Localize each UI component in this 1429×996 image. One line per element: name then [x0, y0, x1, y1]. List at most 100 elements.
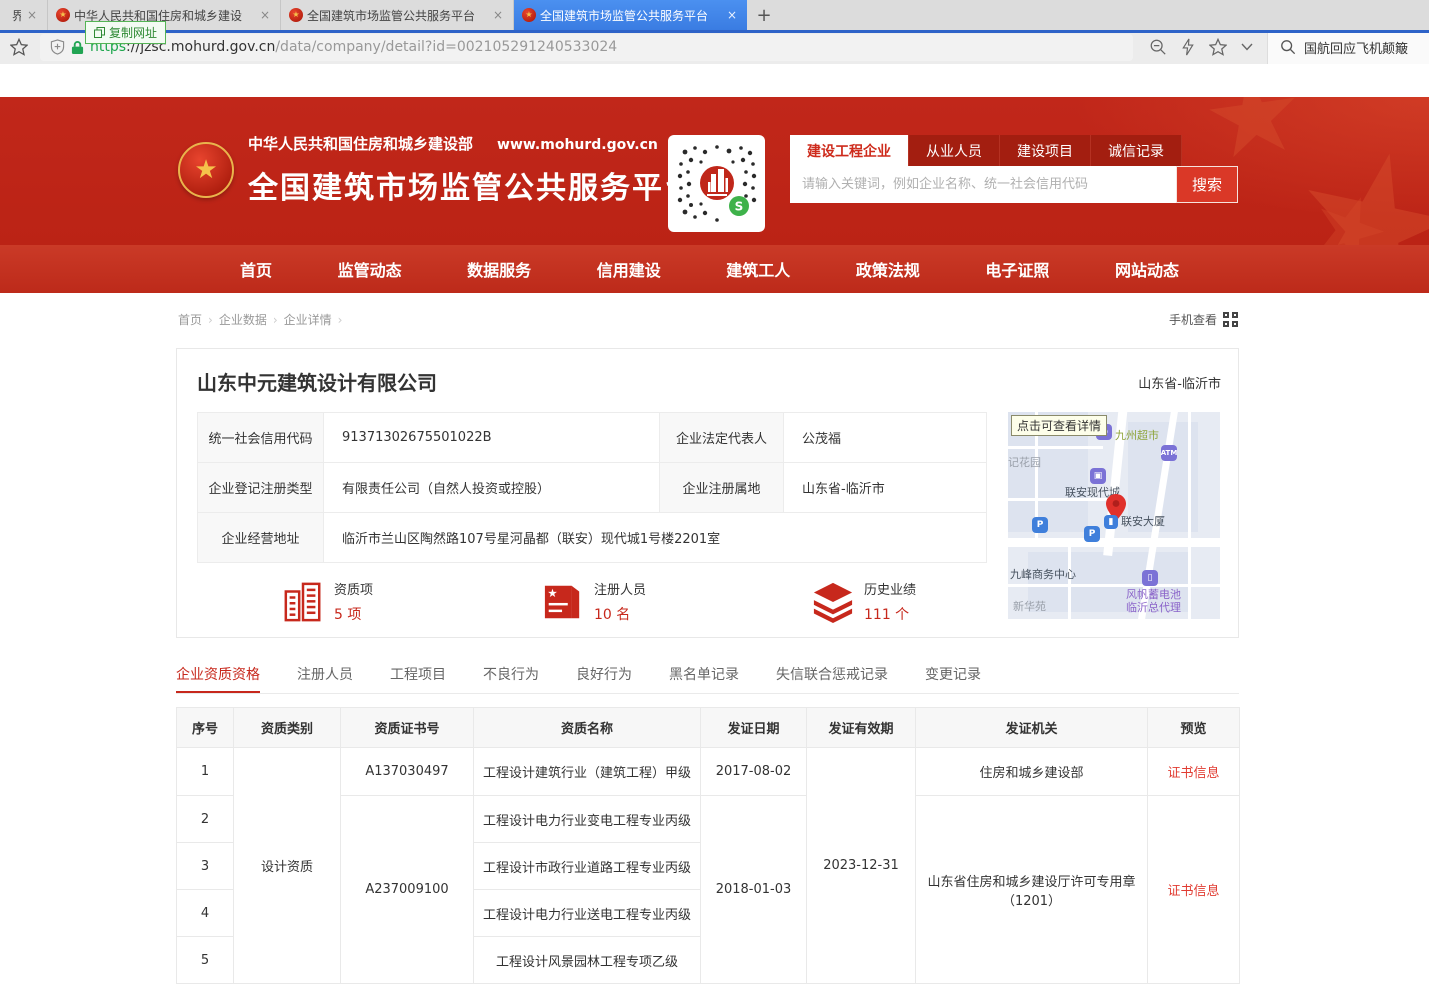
url-text[interactable]: https://jzsc.mohurd.gov.cn/data/company/… — [90, 39, 617, 55]
col-header-no: 序号 — [177, 708, 234, 748]
breadcrumb-separator: › — [208, 313, 213, 327]
bookmark-star-icon[interactable] — [10, 38, 28, 56]
mobile-view-label: 手机查看 — [1169, 311, 1217, 328]
tab-close-icon[interactable]: × — [725, 8, 739, 22]
url-path: /data/company/detail?id=0021052912405330… — [275, 39, 617, 55]
reg-region-value: 山东省-临沂市 — [784, 463, 987, 513]
nav-item-credit[interactable]: 信用建设 — [597, 257, 661, 281]
tab-bad-behavior[interactable]: 不良行为 — [483, 664, 539, 693]
zoom-out-icon[interactable] — [1149, 38, 1167, 56]
mobile-view-control[interactable]: 手机查看 — [1169, 311, 1239, 328]
tab-registered-personnel[interactable]: 注册人员 — [297, 664, 353, 693]
tab-change-records[interactable]: 变更记录 — [925, 664, 981, 693]
tab-close-icon[interactable]: × — [491, 8, 505, 22]
breadcrumb-separator: › — [273, 313, 278, 327]
emblem-favicon-icon: ★ — [56, 8, 70, 22]
map-label-tower: 联安大厦 — [1121, 516, 1165, 529]
hot-search-text: 国航回应飞机颠簸 — [1304, 38, 1408, 57]
chevron-down-icon[interactable] — [1241, 43, 1253, 51]
map-road — [1188, 412, 1191, 619]
breadcrumb-company-data[interactable]: 企业数据 — [219, 311, 267, 328]
tab-title: 界 — [12, 7, 21, 24]
col-header-authority: 发证机关 — [916, 708, 1148, 748]
building-pin-icon: ▣ — [1090, 468, 1106, 484]
shield-permissions-icon[interactable] — [50, 39, 65, 55]
tab-title: 全国建筑市场监管公共服务平台 — [540, 7, 721, 24]
cell-issue-date: 2018-01-03 — [701, 796, 807, 984]
copy-url-tooltip: 复制网址 — [85, 21, 166, 44]
search-tab-personnel[interactable]: 从业人员 — [909, 135, 1000, 166]
col-header-preview: 预览 — [1148, 708, 1240, 748]
reg-type-label: 企业登记注册类型 — [198, 463, 324, 513]
tab-dishonesty-records[interactable]: 失信联合惩戒记录 — [776, 664, 888, 693]
qr-code-icon[interactable] — [1223, 312, 1239, 327]
tab-close-icon[interactable]: × — [258, 8, 272, 22]
cell-no: 4 — [177, 890, 234, 937]
page-top-gap — [0, 64, 1429, 97]
reg-type-value: 有限责任公司（自然人投资或控股） — [324, 463, 660, 513]
hot-search-box[interactable]: 国航回应飞机颠簸 — [1267, 30, 1429, 64]
ministry-url: www.mohurd.gov.cn — [497, 137, 658, 153]
emblem-favicon-icon: ★ — [289, 8, 303, 22]
col-header-validity: 发证有效期 — [807, 708, 916, 748]
map-label-battery-line2: 临沂总代理 — [1126, 602, 1181, 615]
stat-label: 历史业绩 — [864, 579, 916, 598]
browser-tab-3[interactable]: ★ 全国建筑市场监管公共服务平台 × — [281, 0, 514, 30]
stat-value: 10 名 — [594, 604, 646, 624]
certificate-info-link[interactable]: 证书信息 — [1167, 884, 1219, 899]
tab-qualifications[interactable]: 企业资质资格 — [176, 664, 260, 693]
credit-code-value: 91371302675501022B — [324, 413, 660, 463]
location-map[interactable]: 点击可查看详情 ● 九州超市 ATM 记花园 ▣ 联安现代城 ▮ 联安大厦 P … — [1008, 412, 1220, 619]
browser-tab-1[interactable]: 界 × — [0, 0, 48, 30]
cell-category: 设计资质 — [234, 748, 341, 984]
breadcrumb-home[interactable]: 首页 — [178, 311, 202, 328]
tab-close-icon[interactable]: × — [25, 8, 39, 22]
tab-blacklist[interactable]: 黑名单记录 — [669, 664, 739, 693]
new-tab-button[interactable]: + — [747, 0, 781, 30]
search-tab-credit[interactable]: 诚信记录 — [1091, 135, 1182, 166]
cell-preview: 证书信息 — [1148, 796, 1240, 984]
site-logo[interactable]: ★ 中华人民共和国住房和城乡建设部 www.mohurd.gov.cn 全国建筑… — [178, 133, 696, 207]
search-button[interactable]: 搜索 — [1176, 166, 1238, 203]
col-header-cert-no: 资质证书号 — [341, 708, 474, 748]
stat-historical-performance[interactable]: 历史业绩 111 个 — [812, 579, 916, 624]
keyword-search-input[interactable] — [790, 166, 1176, 203]
breadcrumb-company-detail[interactable]: 企业详情 — [284, 311, 332, 328]
favorite-star-icon[interactable] — [1209, 38, 1227, 56]
nav-item-site-news[interactable]: 网站动态 — [1115, 257, 1179, 281]
stat-registered-personnel[interactable]: ★ 注册人员 10 名 — [542, 579, 646, 624]
nav-item-home[interactable]: 首页 — [240, 257, 272, 281]
map-label-supermarket: 九州超市 — [1115, 430, 1159, 443]
lightning-icon[interactable] — [1181, 38, 1195, 56]
search-tab-project[interactable]: 建设项目 — [1000, 135, 1091, 166]
search-tab-enterprise[interactable]: 建设工程企业 — [790, 135, 909, 166]
company-stats: 资质项 5 项 ★ 注册人员 10 名 — [197, 579, 986, 629]
layers-icon — [812, 581, 854, 623]
table-row: 1 设计资质 A137030497 工程设计建筑行业（建筑工程）甲级 2017-… — [177, 748, 1240, 796]
tab-good-behavior[interactable]: 良好行为 — [576, 664, 632, 693]
ministry-name: 中华人民共和国住房和城乡建设部 — [248, 133, 473, 154]
url-bar[interactable]: https://jzsc.mohurd.gov.cn/data/company/… — [40, 34, 1133, 61]
tab-projects[interactable]: 工程项目 — [390, 664, 446, 693]
nav-item-workers[interactable]: 建筑工人 — [726, 257, 790, 281]
certificate-info-link[interactable]: 证书信息 — [1167, 766, 1219, 781]
battery-pin-icon: ▯ — [1142, 570, 1158, 586]
nav-item-e-license[interactable]: 电子证照 — [985, 257, 1049, 281]
cell-authority: 住房和城乡建设部 — [916, 748, 1148, 796]
stat-value: 5 项 — [334, 604, 373, 624]
qualification-table: 序号 资质类别 资质证书号 资质名称 发证日期 发证有效期 发证机关 预览 1 … — [176, 707, 1240, 984]
stat-qualifications[interactable]: 资质项 5 项 — [282, 579, 373, 624]
parking-icon: P — [1084, 526, 1100, 542]
cell-no: 1 — [177, 748, 234, 796]
cell-authority: 山东省住房和城乡建设厅许可专用章（1201） — [916, 796, 1148, 984]
nav-item-policy[interactable]: 政策法规 — [856, 257, 920, 281]
browser-tab-4-active[interactable]: ★ 全国建筑市场监管公共服务平台 × — [514, 0, 747, 30]
cell-name: 工程设计电力行业变电工程专业丙级 — [474, 796, 701, 843]
company-summary-card: 山东中元建筑设计有限公司 山东省-临沂市 统一社会信用代码 9137130267… — [176, 348, 1239, 638]
nav-item-data-service[interactable]: 数据服务 — [467, 257, 531, 281]
cell-name: 工程设计风景园林工程专项乙级 — [474, 937, 701, 984]
map-tooltip: 点击可查看详情 — [1011, 415, 1107, 436]
cell-no: 5 — [177, 937, 234, 984]
miniprogram-qr-code: S — [668, 135, 765, 232]
nav-item-supervision[interactable]: 监管动态 — [338, 257, 402, 281]
